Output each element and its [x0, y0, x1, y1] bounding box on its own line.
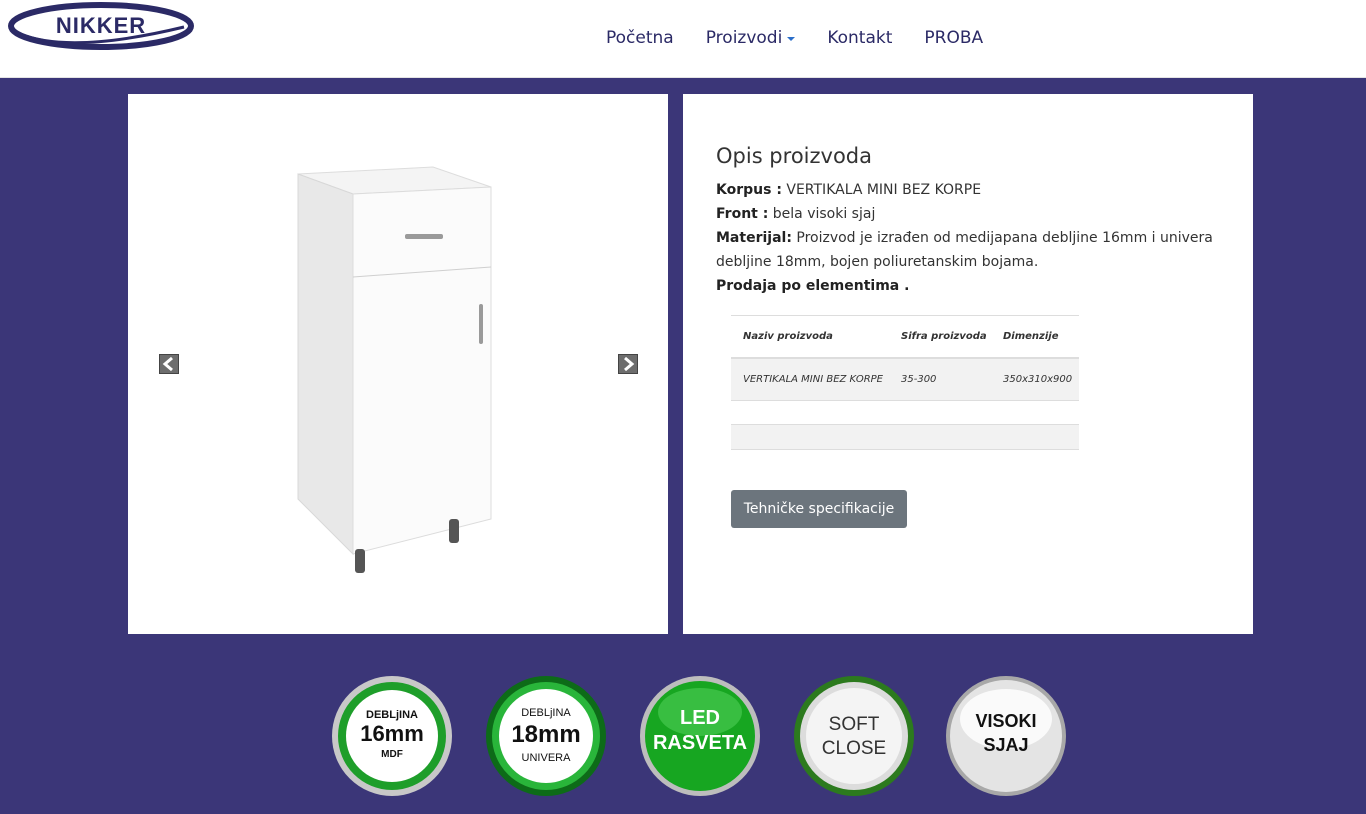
- badge-soft-close: SOFT CLOSE: [792, 674, 916, 798]
- svg-text:NIKKER: NIKKER: [56, 13, 146, 38]
- front-label: Front :: [716, 206, 769, 222]
- front-line: Front : bela visoki sjaj: [716, 202, 1220, 226]
- product-image: [297, 166, 492, 573]
- badge-led-rasveta: LED RASVETA: [638, 674, 762, 798]
- product-image-carousel: [128, 94, 668, 634]
- column-header: Sifra proizvoda: [889, 315, 991, 359]
- badge-18mm-univera: DEBLjINA 18mm UNIVERA: [484, 674, 608, 798]
- product-title: Opis proizvoda: [716, 144, 872, 168]
- nav-label: Početna: [606, 28, 674, 48]
- svg-text:UNIVERA: UNIVERA: [522, 752, 572, 764]
- svg-text:RASVETA: RASVETA: [653, 732, 747, 754]
- nav-label: Proizvodi: [705, 28, 783, 48]
- svg-text:SJAJ: SJAJ: [983, 735, 1028, 755]
- nav-item-proba[interactable]: PROBA: [924, 28, 983, 48]
- materijal-line: Materijal: Proizvod je izrađen od medija…: [716, 226, 1220, 274]
- prodaja-text: Prodaja po elementima .: [716, 278, 910, 294]
- nikker-logo[interactable]: NIKKER: [8, 1, 194, 51]
- svg-text:DEBLjINA: DEBLjINA: [521, 707, 571, 719]
- column-header: Dimenzije: [991, 315, 1079, 359]
- svg-text:LED: LED: [680, 707, 720, 729]
- main-nav: Početna Proizvodi Kontakt PROBA: [606, 28, 1015, 48]
- korpus-line: Korpus : VERTIKALA MINI BEZ KORPE: [716, 178, 1220, 202]
- svg-text:DEBLjINA: DEBLjINA: [366, 709, 418, 721]
- chevron-left-icon[interactable]: [159, 354, 179, 374]
- svg-text:SOFT: SOFT: [829, 714, 880, 735]
- svg-text:VISOKI: VISOKI: [975, 711, 1036, 731]
- technical-specs-button[interactable]: Tehničke specifikacije: [731, 490, 907, 528]
- nav-label: PROBA: [924, 28, 984, 48]
- feature-badges: DEBLjINA 16mm MDF DEBLjINA 18mm UNIVERA …: [0, 674, 1366, 798]
- table-row: VERTIKALA MINI BEZ KORPE 35-300 350x310x…: [731, 357, 1079, 401]
- table-cell: VERTIKALA MINI BEZ KORPE: [731, 357, 889, 401]
- nav-item-proizvodi[interactable]: Proizvodi: [706, 28, 796, 48]
- spec-table: Naziv proizvoda Sifra proizvoda Dimenzij…: [731, 315, 1079, 401]
- svg-text:16mm: 16mm: [360, 721, 424, 746]
- chevron-right-icon[interactable]: [618, 354, 638, 374]
- badge-16mm-mdf: DEBLjINA 16mm MDF: [330, 674, 454, 798]
- nav-item-pocetna[interactable]: Početna: [606, 28, 674, 48]
- caret-down-icon: [787, 37, 796, 41]
- nav-item-kontakt[interactable]: Kontakt: [827, 28, 892, 48]
- front-value: bela visoki sjaj: [772, 206, 876, 222]
- korpus-label: Korpus :: [716, 182, 782, 198]
- table-header-row: Naziv proizvoda Sifra proizvoda Dimenzij…: [731, 315, 1079, 359]
- empty-table-row: [731, 424, 1079, 450]
- svg-text:18mm: 18mm: [511, 721, 580, 748]
- product-info: Opis proizvoda Korpus : VERTIKALA MINI B…: [683, 94, 1253, 634]
- table-cell: 35-300: [889, 357, 991, 401]
- table-cell: 350x310x900: [991, 357, 1079, 401]
- column-header: Naziv proizvoda: [731, 315, 889, 359]
- badge-visoki-sjaj: VISOKI SJAJ: [944, 674, 1068, 798]
- svg-text:MDF: MDF: [381, 749, 403, 760]
- nav-label: Kontakt: [827, 28, 893, 48]
- site-header: NIKKER Početna Proizvodi Kontakt PROBA: [0, 0, 1366, 78]
- prodaja-line: Prodaja po elementima .: [716, 274, 1220, 298]
- materijal-label: Materijal:: [716, 230, 792, 246]
- korpus-value: VERTIKALA MINI BEZ KORPE: [786, 182, 982, 198]
- svg-text:CLOSE: CLOSE: [822, 738, 886, 759]
